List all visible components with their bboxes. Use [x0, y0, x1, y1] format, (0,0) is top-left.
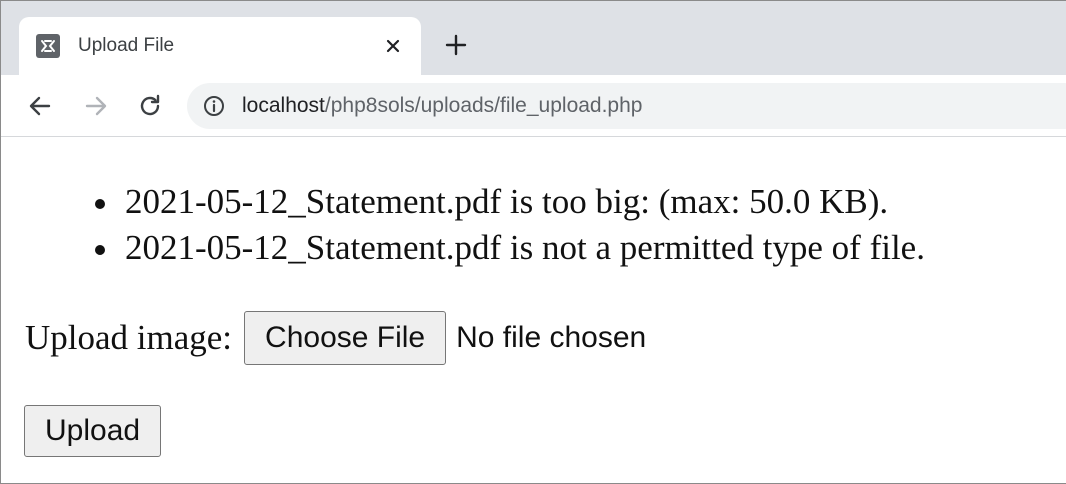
info-icon[interactable] [203, 95, 225, 117]
file-status-text: No file chosen [456, 321, 647, 354]
new-tab-plus-icon[interactable] [442, 31, 470, 59]
tab-title: Upload File [78, 35, 175, 56]
xampp-icon [36, 34, 60, 58]
error-list: 2021-05-12_Statement.pdf is too big: (ma… [89, 179, 925, 271]
forward-arrow-icon[interactable] [81, 91, 111, 121]
choose-file-button[interactable]: Choose File [244, 311, 447, 365]
url-text: localhost/php8sols/uploads/file_upload.p… [242, 93, 642, 119]
upload-button[interactable]: Upload [24, 405, 162, 457]
back-arrow-icon[interactable] [25, 91, 55, 121]
error-item: 2021-05-12_Statement.pdf is too big: (ma… [89, 179, 925, 225]
reload-icon[interactable] [135, 91, 165, 121]
upload-label: Upload image: [25, 318, 233, 357]
url-path: /php8sols/uploads/file_upload.php [324, 94, 643, 117]
error-item: 2021-05-12_Statement.pdf is not a permit… [89, 225, 925, 271]
address-bar[interactable]: localhost/php8sols/uploads/file_upload.p… [187, 83, 1066, 129]
url-host: localhost [242, 94, 325, 117]
browser-window: Upload File localhost/php8sols/uploads/f… [0, 0, 1066, 484]
upload-field-row: Upload image: Choose File No file chosen [25, 311, 646, 365]
tab-strip: Upload File [1, 1, 1066, 75]
page-content: 2021-05-12_Statement.pdf is too big: (ma… [1, 137, 1066, 483]
tab-upload-file[interactable]: Upload File [19, 17, 421, 75]
browser-toolbar: localhost/php8sols/uploads/file_upload.p… [1, 75, 1066, 137]
close-icon[interactable] [381, 34, 405, 58]
